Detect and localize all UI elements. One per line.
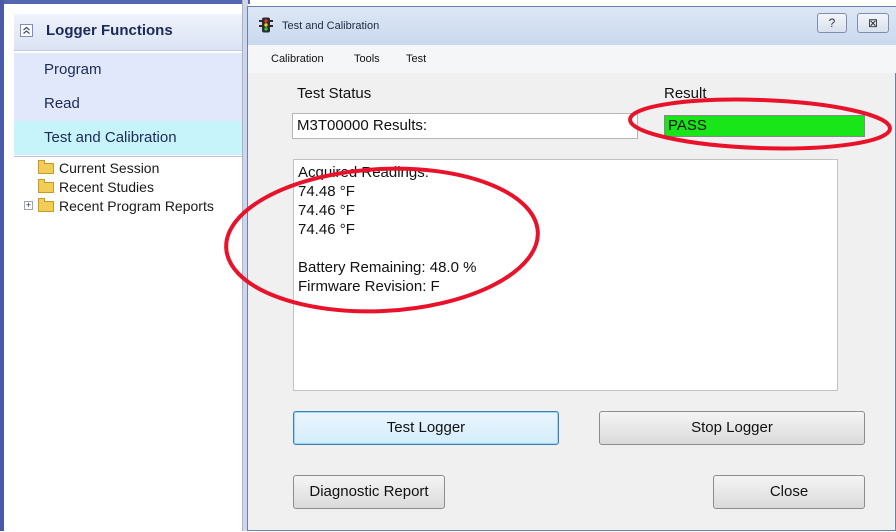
traffic-light-app-icon (259, 17, 273, 33)
menu-bar: Calibration Tools Test (248, 45, 896, 73)
tree-item-recent-studies[interactable]: Recent Studies (38, 179, 154, 196)
tree-item-recent-program-reports[interactable]: + Recent Program Reports (24, 198, 214, 215)
tree-item-label: Recent Program Reports (59, 198, 214, 214)
reading-value: 74.48 °F (298, 183, 355, 200)
dialog-title: Test and Calibration (282, 20, 380, 32)
dialog-titlebar[interactable]: Test and Calibration ? ⊠ (248, 7, 896, 45)
session-tree: Current Session Recent Studies + Recent … (14, 156, 248, 532)
test-status-field: M3T00000 Results: (292, 113, 638, 139)
close-window-button[interactable]: ⊠ (857, 13, 889, 33)
menu-test[interactable]: Test (406, 53, 426, 65)
result-label: Result (664, 85, 707, 102)
result-pass-field: PASS (664, 115, 865, 137)
firmware-revision-text: Firmware Revision: F (298, 278, 440, 295)
folder-icon (38, 160, 54, 174)
test-status-label: Test Status (297, 85, 372, 102)
close-button[interactable]: Close (713, 475, 865, 509)
tree-item-label: Recent Studies (59, 179, 154, 195)
collapse-chevron-icon[interactable] (20, 24, 33, 37)
menu-calibration[interactable]: Calibration (271, 53, 324, 65)
panel-top-border (4, 0, 250, 4)
logger-functions-title: Logger Functions (46, 22, 173, 39)
reading-value: 74.46 °F (298, 221, 355, 238)
logger-functions-panel: Logger Functions Program Read Test and C… (0, 0, 250, 532)
tree-item-label: Current Session (59, 160, 160, 176)
logger-functions-header[interactable]: Logger Functions (14, 14, 248, 51)
tree-item-current-session[interactable]: Current Session (38, 160, 159, 177)
test-and-calibration-dialog: Test and Calibration ? ⊠ Calibration Too… (247, 6, 896, 531)
nav-item-read[interactable]: Read (14, 87, 248, 121)
readings-output[interactable]: Acquired Readings: 74.48 °F 74.46 °F 74.… (293, 159, 838, 391)
nav-item-program[interactable]: Program (14, 53, 248, 87)
folder-icon (38, 198, 54, 212)
readings-heading: Acquired Readings: (298, 164, 429, 181)
stop-logger-button[interactable]: Stop Logger (599, 411, 865, 445)
nav-item-test-and-calibration[interactable]: Test and Calibration (14, 121, 248, 155)
expand-plus-icon[interactable]: + (24, 201, 33, 210)
reading-value: 74.46 °F (298, 202, 355, 219)
folder-icon (38, 179, 54, 193)
battery-remaining-text: Battery Remaining: 48.0 % (298, 259, 477, 276)
menu-tools[interactable]: Tools (354, 53, 380, 65)
test-logger-button[interactable]: Test Logger (293, 411, 559, 445)
help-button[interactable]: ? (817, 13, 847, 33)
diagnostic-report-button[interactable]: Diagnostic Report (293, 475, 445, 509)
